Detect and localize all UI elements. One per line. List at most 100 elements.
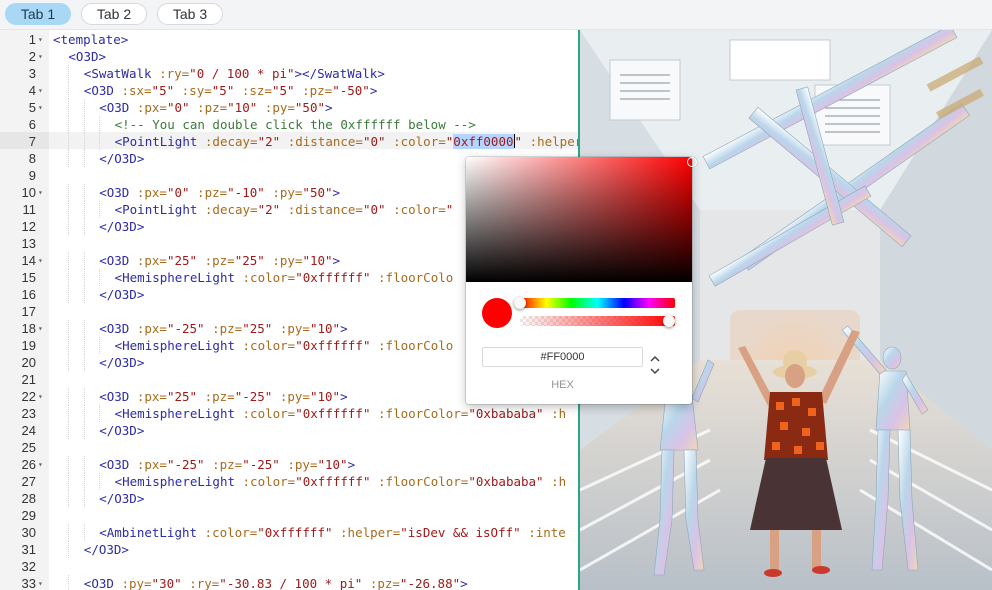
code-line[interactable]: 30 <AmbinetLight :color="0xffffff" :helpe… [0,524,580,541]
caret-down-icon[interactable]: ▾ [38,31,43,48]
caret-down-icon[interactable]: ▾ [38,320,43,337]
code-line[interactable]: 25 [0,439,580,456]
saturation-value-area[interactable] [466,157,692,282]
code-token: :floorColo [378,270,454,285]
line-number: 24 [21,423,36,438]
code-line[interactable]: 28 </O3D> [0,490,580,507]
code-token: "-50" [332,83,370,98]
code-token: <O3D [99,100,137,115]
code-token: :ry= [159,66,190,81]
code-token: "0" [362,134,394,149]
code-token: <SwatWalk [83,66,160,81]
code-token: </O3D> [99,151,145,166]
line-number: 28 [21,491,36,506]
saturation-pointer[interactable] [687,157,697,167]
alpha-slider-handle[interactable] [663,315,675,327]
indent-guide [68,320,70,337]
code-text: </O3D> [99,218,144,235]
code-text: <SwatWalk :ry="0 / 100 * pi"></SwatWalk> [84,65,385,82]
code-token: :floorColo [378,338,454,353]
caret-down-icon[interactable]: ▾ [38,388,43,405]
code-token: "0" [166,100,198,115]
code-line[interactable]: 23 <HemisphereLight :color="0xffffff" :fl… [0,405,580,422]
line-number: 19 [21,338,36,353]
code-token: :inte [528,525,566,540]
line-number: 29 [21,508,36,523]
code-token: </O3D> [83,542,129,557]
code-line[interactable]: 31 </O3D> [0,541,580,558]
hue-slider-handle[interactable] [514,297,526,309]
line-number: 15 [21,270,36,285]
caret-down-icon[interactable]: ▾ [38,82,43,99]
code-text: <template> [53,31,128,48]
color-picker-popup: #FF0000 HEX [466,157,697,404]
code-token: > [332,185,341,200]
indent-guide [83,150,85,167]
caret-down-icon[interactable]: ▾ [38,575,43,590]
code-token: > [460,576,468,590]
up-down-chevron-icon[interactable] [646,354,664,380]
indent-guide [83,473,85,490]
code-token: :color= [393,202,446,217]
line-number: 32 [21,559,36,574]
tab-3[interactable]: Tab 3 [157,3,223,25]
code-token: " [445,202,454,217]
code-line[interactable]: 33 ▾ <O3D :py="30" :ry="-30.83 / 100 * pi"… [0,575,580,590]
indent-guide [99,269,101,286]
code-line[interactable]: 27 <HemisphereLight :color="0xffffff" :fl… [0,473,580,490]
code-line[interactable]: 32 [0,558,580,575]
indent-guide [83,388,85,405]
line-number: 25 [21,440,36,455]
code-line[interactable]: 1 ▾ <template> [0,31,580,48]
code-token: </O3D> [99,219,145,234]
line-number: 22 [21,389,36,404]
caret-down-icon[interactable]: ▾ [38,48,43,65]
code-token: "30" [151,576,190,590]
code-token: "50" [294,100,326,115]
indent-guide [83,269,85,286]
indent-guide [68,269,70,286]
indent-guide [68,524,70,541]
code-token: :h [551,474,567,489]
caret-down-icon[interactable]: ▾ [38,184,43,201]
code-line[interactable]: 5 ▾ <O3D :px="0" :pz="10" :py="50"> [0,99,580,116]
hex-input[interactable]: #FF0000 [482,347,643,367]
code-line[interactable]: 6 <!-- You can double click the 0xffffff … [0,116,580,133]
alpha-slider[interactable] [520,316,675,326]
indent-guide [68,473,70,490]
code-token: <O3D [83,576,122,590]
indent-guide [68,218,70,235]
code-line[interactable]: 26 ▾ <O3D :px="-25" :pz="-25" :py="10"> [0,456,580,473]
code-line[interactable]: 24 </O3D> [0,422,580,439]
line-number: 2 [28,49,36,64]
code-token: <PointLight [114,202,205,217]
indent-guide [83,116,85,133]
code-token: <O3D [99,389,137,404]
code-token: "25" [242,321,280,336]
code-line[interactable]: 29 [0,507,580,524]
line-number: 13 [21,236,36,251]
tab-2[interactable]: Tab 2 [81,3,147,25]
indent-guide [68,116,70,133]
code-text: <PointLight :decay="2" :distance="0" :co… [115,133,580,150]
caret-down-icon[interactable]: ▾ [38,456,43,473]
code-line[interactable]: 7 <PointLight :decay="2" :distance="0" :c… [0,133,580,150]
indent-guide [68,252,70,269]
code-token: <O3D [99,457,137,472]
code-token: "0 / 100 * pi" [189,66,295,81]
code-line[interactable]: 4 ▾ <O3D :sx="5" :sy="5" :sz="5" :pz="-50"… [0,82,580,99]
hue-slider[interactable] [520,298,675,308]
tab-1[interactable]: Tab 1 [5,3,71,25]
code-text: </O3D> [99,490,144,507]
code-token: <HemisphereLight [114,474,243,489]
indent-guide [83,490,85,507]
code-line[interactable]: 2 ▾ <O3D> [0,48,580,65]
code-token: <O3D [83,83,122,98]
caret-down-icon[interactable]: ▾ [38,99,43,116]
caret-down-icon[interactable]: ▾ [38,252,43,269]
code-token: "10" [317,457,348,472]
code-token: "0" [166,185,198,200]
code-line[interactable]: 3 <SwatWalk :ry="0 / 100 * pi"></SwatWalk… [0,65,580,82]
code-text: </O3D> [99,422,144,439]
indent-guide [83,184,85,201]
